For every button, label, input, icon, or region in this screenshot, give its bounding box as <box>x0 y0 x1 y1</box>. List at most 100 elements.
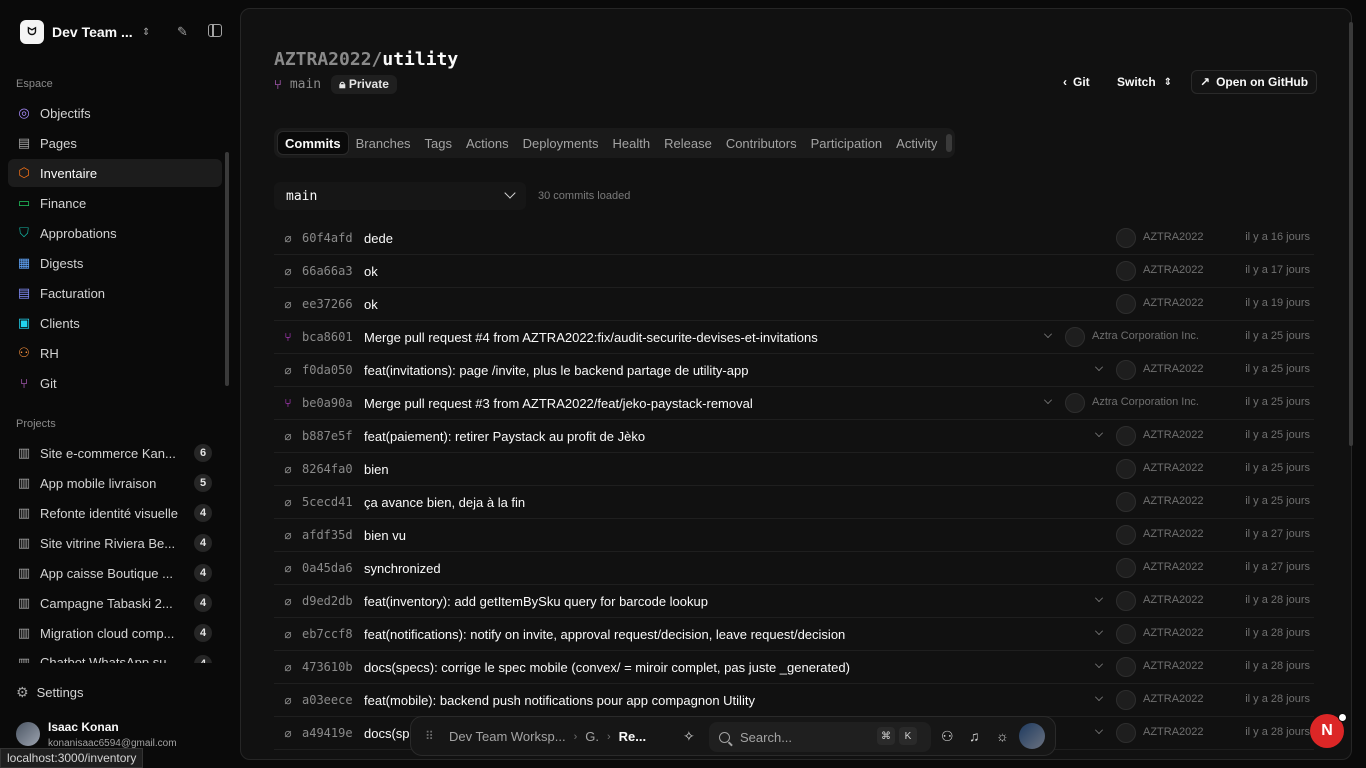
tab-actions[interactable]: Actions <box>459 131 516 155</box>
commit-author[interactable]: AZTRA2022 <box>1143 231 1204 243</box>
commit-author[interactable]: AZTRA2022 <box>1143 297 1204 309</box>
sidebar-item-objectifs[interactable]: ◎ Objectifs <box>8 99 222 127</box>
commit-author[interactable]: AZTRA2022 <box>1143 561 1204 573</box>
sidebar-item-facturation[interactable]: ▤ Facturation <box>8 279 222 307</box>
commit-message[interactable]: dede <box>364 231 393 246</box>
sidebar-item-git[interactable]: ⑂ Git <box>8 369 222 397</box>
table-row[interactable]: ⌀ ee37266 ok AZTRA2022 il y a 19 jours <box>274 288 1314 321</box>
commit-message[interactable]: ok <box>364 264 378 279</box>
commit-author[interactable]: AZTRA2022 <box>1143 363 1204 375</box>
commit-sha[interactable]: 5cecd41 <box>302 495 364 509</box>
avatar[interactable] <box>1019 723 1045 749</box>
commit-sha[interactable]: b887e5f <box>302 429 364 443</box>
table-row[interactable]: ⌀ 5cecd41 ça avance bien, deja à la fin AZT… <box>274 486 1314 519</box>
search-input[interactable]: Search... ⌘ K <box>709 722 931 752</box>
chevron-down-icon[interactable] <box>1095 660 1103 668</box>
drag-handle-icon[interactable]: ⠿ <box>425 729 434 743</box>
project-item[interactable]: ▥ App caisse Boutique ... 4 <box>8 559 222 587</box>
commit-sha[interactable]: 0a45da6 <box>302 561 364 575</box>
workspace-switcher[interactable]: ᗢ Dev Team ... ⇕ ✎ <box>20 20 230 44</box>
commit-message[interactable]: synchronized <box>364 561 441 576</box>
commit-author[interactable]: AZTRA2022 <box>1143 693 1204 705</box>
table-row[interactable]: ⌀ afdf35d bien vu AZTRA2022 il y a 27 jours <box>274 519 1314 552</box>
commit-sha[interactable]: a03eece <box>302 693 364 707</box>
sparkles-icon[interactable]: ✧ <box>683 728 695 745</box>
sidebar-item-finance[interactable]: ▭ Finance <box>8 189 222 217</box>
table-row[interactable]: ⌀ 0a45da6 synchronized AZTRA2022 il y a 27 j… <box>274 552 1314 585</box>
commit-message[interactable]: ça avance bien, deja à la fin <box>364 495 525 510</box>
commit-author[interactable]: AZTRA2022 <box>1143 726 1204 738</box>
commit-message[interactable]: Merge pull request #4 from AZTRA2022:fix… <box>364 330 818 345</box>
commit-message[interactable]: bien <box>364 462 389 477</box>
commit-sha[interactable]: ee37266 <box>302 297 364 311</box>
project-item[interactable]: ▥ Site e-commerce Kan... 6 <box>8 439 222 467</box>
bell-icon[interactable]: ♫ <box>969 728 980 744</box>
chevron-down-icon[interactable] <box>1044 330 1052 338</box>
chevron-down-icon[interactable] <box>1095 693 1103 701</box>
project-item[interactable]: ▥ Refonte identité visuelle 4 <box>8 499 222 527</box>
table-row[interactable]: ⌀ 473610b docs(specs): corrige le spec mob… <box>274 651 1314 684</box>
sidebar-item-inventaire[interactable]: ⬡ Inventaire <box>8 159 222 187</box>
edit-icon[interactable]: ✎ <box>177 24 188 40</box>
commit-message[interactable]: feat(mobile): backend push notifications… <box>364 693 755 708</box>
commit-message[interactable]: ok <box>364 297 378 312</box>
commit-sha[interactable]: f0da050 <box>302 363 364 377</box>
commit-author[interactable]: AZTRA2022 <box>1143 627 1204 639</box>
commit-author[interactable]: AZTRA2022 <box>1143 429 1204 441</box>
sidebar-item-approbations[interactable]: ⛉ Approbations <box>8 219 222 247</box>
main-scrollbar[interactable] <box>1349 22 1353 446</box>
commit-sha[interactable]: 8264fa0 <box>302 462 364 476</box>
table-row[interactable]: ⌀ 66a66a3 ok AZTRA2022 il y a 17 jours <box>274 255 1314 288</box>
breadcrumb-git[interactable]: G. <box>585 729 599 744</box>
repo-owner[interactable]: AZTRA2022/ <box>274 49 382 70</box>
chevron-down-icon[interactable] <box>1095 726 1103 734</box>
table-row[interactable]: ⑂ be0a90a Merge pull request #3 from AZTRA… <box>274 387 1314 420</box>
tab-participation[interactable]: Participation <box>804 131 890 155</box>
sidebar-item-clients[interactable]: ▣ Clients <box>8 309 222 337</box>
project-item[interactable]: ▥ Campagne Tabaski 2... 4 <box>8 589 222 617</box>
commit-author[interactable]: AZTRA2022 <box>1143 495 1204 507</box>
sidebar-item-digests[interactable]: ▦ Digests <box>8 249 222 277</box>
chevron-down-icon[interactable] <box>1095 627 1103 635</box>
tab-activity[interactable]: Activity <box>889 131 944 155</box>
table-row[interactable]: ⌀ d9ed2db feat(inventory): add getItemBySk… <box>274 585 1314 618</box>
sidebar-toggle-icon[interactable] <box>208 24 222 37</box>
project-item[interactable]: ▥ Chatbot WhatsApp su... 4 <box>8 649 222 663</box>
tabs-scrollbar[interactable] <box>946 134 953 152</box>
tab-branches[interactable]: Branches <box>349 131 418 155</box>
commit-message[interactable]: feat(paiement): retirer Paystack au prof… <box>364 429 645 444</box>
tab-deployments[interactable]: Deployments <box>516 131 606 155</box>
project-item[interactable]: ▥ App mobile livraison 5 <box>8 469 222 497</box>
git-back-button[interactable]: ‹ Git <box>1055 70 1098 94</box>
users-icon[interactable]: ⚇ <box>941 728 954 745</box>
commit-message[interactable]: feat(notifications): notify on invite, a… <box>364 627 845 642</box>
commit-message[interactable]: docs(specs): corrige le spec mobile (con… <box>364 660 850 675</box>
commit-author[interactable]: AZTRA2022 <box>1143 594 1204 606</box>
commit-sha[interactable]: afdf35d <box>302 528 364 542</box>
sidebar-item-pages[interactable]: ▤ Pages <box>8 129 222 157</box>
commit-sha[interactable]: 66a66a3 <box>302 264 364 278</box>
commit-sha[interactable]: bca8601 <box>302 330 364 344</box>
settings-link[interactable]: ⚙ Settings <box>16 684 84 701</box>
sun-icon[interactable]: ☼ <box>996 728 1009 744</box>
project-item[interactable]: ▥ Site vitrine Riviera Be... 4 <box>8 529 222 557</box>
commit-author[interactable]: AZTRA2022 <box>1143 264 1204 276</box>
chevron-down-icon[interactable] <box>1044 396 1052 404</box>
commit-sha[interactable]: a49419e <box>302 726 364 740</box>
commit-sha[interactable]: 60f4afd <box>302 231 364 245</box>
table-row[interactable]: ⌀ 60f4afd dede AZTRA2022 il y a 16 jours <box>274 222 1314 255</box>
switch-repo-button[interactable]: Switch ⇕ <box>1109 70 1180 94</box>
sidebar-item-rh[interactable]: ⚇ RH <box>8 339 222 367</box>
tab-contributors[interactable]: Contributors <box>719 131 804 155</box>
open-github-button[interactable]: ↗ Open on GitHub <box>1191 70 1318 94</box>
chevron-down-icon[interactable] <box>1095 363 1103 371</box>
table-row[interactable]: ⌀ b887e5f feat(paiement): retirer Paystack… <box>274 420 1314 453</box>
table-row[interactable]: ⌀ 8264fa0 bien AZTRA2022 il y a 25 jours <box>274 453 1314 486</box>
commit-message[interactable]: feat(invitations): page /invite, plus le… <box>364 363 748 378</box>
commit-message[interactable]: bien vu <box>364 528 406 543</box>
commit-sha[interactable]: eb7ccf8 <box>302 627 364 641</box>
commit-message[interactable]: feat(inventory): add getItemBySku query … <box>364 594 708 609</box>
table-row[interactable]: ⑂ bca8601 Merge pull request #4 from AZTRA… <box>274 321 1314 354</box>
tab-release[interactable]: Release <box>657 131 719 155</box>
branch-select[interactable]: main <box>274 182 526 210</box>
